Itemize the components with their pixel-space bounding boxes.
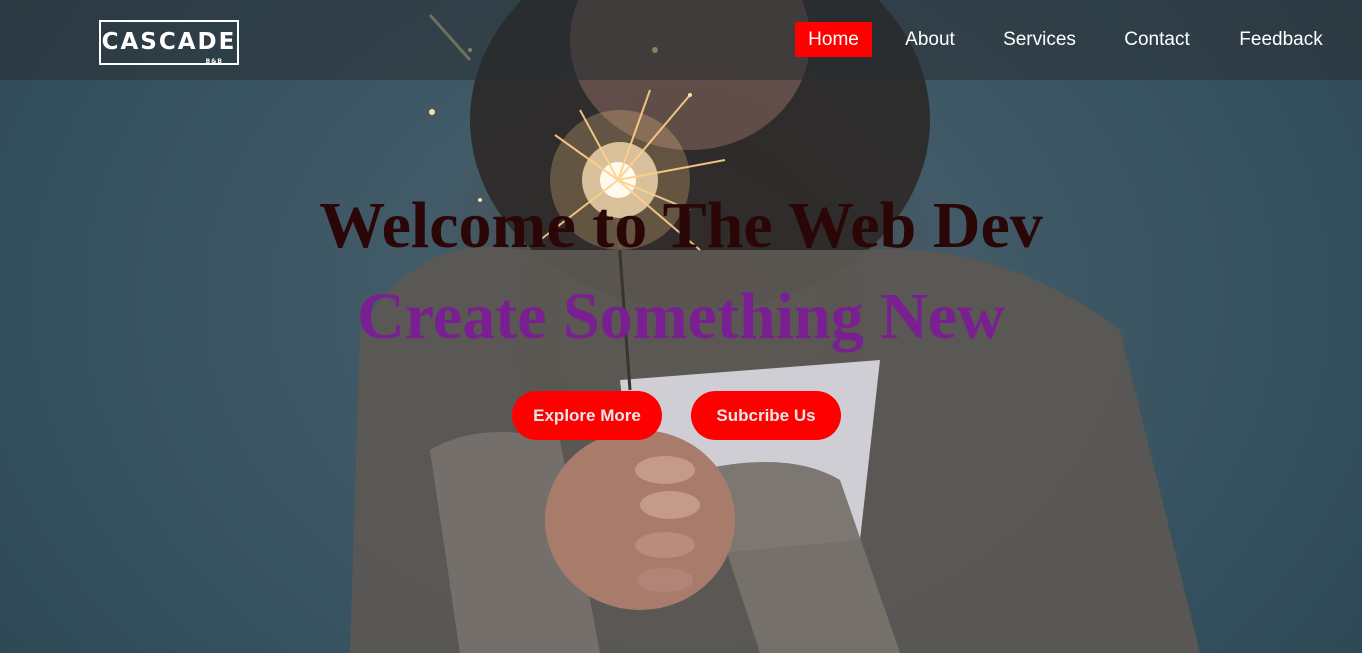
nav-item-home[interactable]: Home <box>795 22 872 57</box>
top-navbar: CASCADE B&B Home About Services Contact … <box>0 0 1362 80</box>
nav-item-services[interactable]: Services <box>992 22 1087 57</box>
hero-title: Welcome to The Web Dev <box>319 189 1043 262</box>
nav-item-feedback[interactable]: Feedback <box>1228 22 1334 57</box>
brand-tagline: B&B <box>205 58 223 65</box>
nav-menu: Home About Services Contact Feedback <box>0 22 1362 58</box>
nav-item-contact[interactable]: Contact <box>1112 22 1202 57</box>
hero-subtitle: Create Something New <box>357 280 1005 353</box>
hero-section: CASCADE B&B Home About Services Contact … <box>0 0 1362 653</box>
subscribe-button[interactable]: Subcribe Us <box>691 391 841 440</box>
nav-item-about[interactable]: About <box>892 22 968 57</box>
explore-more-button[interactable]: Explore More <box>512 391 662 440</box>
